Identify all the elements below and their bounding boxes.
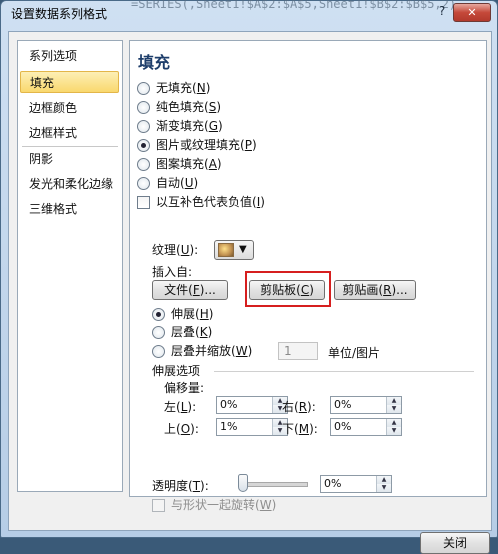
offset-top-spinner[interactable]: 1% ▲ ▼ (216, 418, 288, 436)
title-bar[interactable]: =SERIES(,Sheet1!$A$2:$A$5,Sheet1!$B$2:$B… (1, 0, 497, 25)
close-button[interactable]: 关闭 (420, 532, 490, 554)
solid-fill-radio[interactable]: 纯色填充(S) (137, 99, 221, 115)
dialog-title: 设置数据系列格式 (11, 7, 108, 21)
checkbox-label: 以互补色代表负值 (156, 195, 253, 209)
radio-circle[interactable] (137, 177, 150, 190)
offset-right-spinner[interactable]: 0% ▲ ▼ (330, 396, 402, 414)
rotate-with-shape-checkbox[interactable]: 与形状一起旋转(W) (152, 497, 276, 513)
section-divider (214, 371, 474, 372)
question-icon[interactable]: ? (433, 4, 451, 20)
spin-down-icon[interactable]: ▼ (386, 427, 401, 435)
checkbox-box[interactable] (137, 196, 150, 209)
spin-up-icon[interactable]: ▲ (386, 397, 401, 405)
radio-label: 渐变填充 (156, 119, 205, 133)
radio-label: 图片或纹理填充 (156, 138, 241, 152)
spinner-value[interactable]: 0% (334, 398, 351, 411)
spinner-value[interactable]: 1% (220, 420, 237, 433)
dialog-body: 系列选项 填充 边框颜色 边框样式 阴影 发光和柔化边缘 三维格式 填充 无填充… (8, 31, 492, 554)
offset-top-label: 上(O): (164, 422, 199, 436)
nav-item-series-options[interactable]: 系列选项 (20, 45, 119, 67)
background-formula-text: =SERIES(,Sheet1!$A$2:$A$5,Sheet1!$B$2:$B… (131, 0, 457, 11)
spinner-value[interactable]: 0% (220, 398, 237, 411)
radio-label: 伸展 (171, 307, 196, 321)
checkbox-box[interactable] (152, 499, 165, 512)
texture-label: 纹理(U): (152, 243, 199, 257)
radio-circle[interactable] (152, 326, 165, 339)
automatic-fill-radio[interactable]: 自动(U) (137, 175, 198, 191)
dialog-window: =SERIES(,Sheet1!$A$2:$A$5,Sheet1!$B$2:$B… (0, 0, 498, 554)
chevron-down-icon: ▼ (239, 244, 247, 255)
radio-label: 无填充 (156, 81, 193, 95)
panel-heading: 填充 (138, 53, 171, 72)
stack-radio[interactable]: 层叠(K) (152, 324, 212, 340)
radio-circle[interactable] (137, 101, 150, 114)
stretch-options-header: 伸展选项 (152, 364, 201, 378)
offset-right-label: 右(R): (282, 400, 316, 414)
nav-item-shadow[interactable]: 阴影 (20, 148, 119, 170)
spin-down-icon[interactable]: ▼ (386, 405, 401, 413)
units-per-picture-label: 单位/图片 (328, 346, 381, 360)
radio-circle[interactable] (152, 345, 165, 358)
spin-down-icon[interactable]: ▼ (376, 484, 391, 492)
offset-left-spinner[interactable]: 0% ▲ ▼ (216, 396, 288, 414)
radio-label: 自动 (156, 176, 181, 190)
fill-panel: 填充 无填充(N) 纯色填充(S) 渐变填充(G) 图片或纹理填充(P) 图案填… (129, 40, 487, 512)
spin-up-icon[interactable]: ▲ (376, 476, 391, 484)
texture-dropdown[interactable]: ▼ (214, 240, 254, 260)
radio-circle-selected[interactable] (152, 308, 165, 321)
stack-and-scale-radio[interactable]: 层叠并缩放(W) (152, 343, 252, 359)
pattern-fill-radio[interactable]: 图案填充(A) (137, 156, 222, 172)
spin-up-icon[interactable]: ▲ (386, 419, 401, 427)
texture-swatch-icon (218, 243, 234, 257)
transparency-spinner[interactable]: 0% ▲ ▼ (320, 475, 392, 493)
checkbox-label: 与形状一起旋转 (171, 498, 256, 512)
nav-item-fill[interactable]: 填充 (20, 71, 119, 93)
nav-item-3d-format[interactable]: 三维格式 (20, 198, 119, 220)
radio-circle[interactable] (137, 120, 150, 133)
clip-art-button[interactable]: 剪贴画(R)... (334, 280, 416, 300)
radio-label: 层叠并缩放 (171, 344, 232, 358)
gradient-fill-radio[interactable]: 渐变填充(G) (137, 118, 223, 134)
nav-separator (22, 146, 118, 147)
file-button[interactable]: 文件(F)... (152, 280, 228, 300)
invert-if-negative-checkbox[interactable]: 以互补色代表负值(I) (137, 194, 265, 210)
nav-item-border-style[interactable]: 边框样式 (20, 122, 119, 144)
transparency-slider-thumb[interactable] (238, 474, 248, 492)
radio-label: 纯色填充 (156, 100, 205, 114)
transparency-label: 透明度(T): (152, 479, 209, 493)
category-list: 系列选项 填充 边框颜色 边框样式 阴影 发光和柔化边缘 三维格式 (17, 40, 123, 492)
no-fill-radio[interactable]: 无填充(N) (137, 80, 210, 96)
offset-bottom-label: 下(M): (282, 422, 318, 436)
radio-circle-selected[interactable] (137, 139, 150, 152)
insert-from-label: 插入自: (152, 265, 193, 279)
radio-circle[interactable] (137, 158, 150, 171)
nav-item-glow-soft-edges[interactable]: 发光和柔化边缘 (20, 173, 119, 195)
offset-bottom-spinner[interactable]: 0% ▲ ▼ (330, 418, 402, 436)
transparency-slider-track[interactable] (242, 482, 308, 487)
spinner-value[interactable]: 0% (324, 477, 341, 490)
nav-item-border-color[interactable]: 边框颜色 (20, 97, 119, 119)
offset-label: 偏移量: (164, 381, 205, 395)
radio-circle[interactable] (137, 82, 150, 95)
close-icon[interactable]: ✕ (453, 3, 491, 22)
stretch-radio[interactable]: 伸展(H) (152, 306, 213, 322)
picture-texture-fill-radio[interactable]: 图片或纹理填充(P) (137, 137, 257, 153)
highlight-box (245, 271, 331, 307)
units-per-picture-input[interactable]: 1 (278, 342, 318, 360)
offset-left-label: 左(L): (164, 400, 197, 414)
radio-label: 层叠 (171, 325, 196, 339)
radio-label: 图案填充 (156, 157, 205, 171)
spinner-value[interactable]: 0% (334, 420, 351, 433)
